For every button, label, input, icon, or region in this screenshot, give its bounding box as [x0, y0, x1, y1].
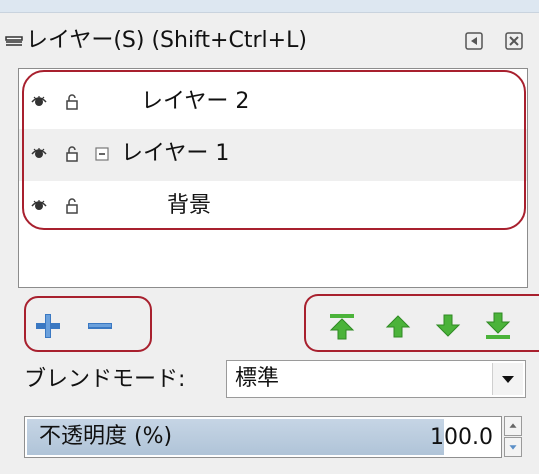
chevron-down-icon	[502, 376, 514, 383]
blend-mode-select[interactable]: 標準	[226, 360, 526, 398]
move-to-bottom-icon[interactable]	[484, 312, 512, 340]
move-down-icon[interactable]	[434, 312, 462, 340]
eye-icon[interactable]	[31, 96, 47, 108]
layer-name: レイヤー 1	[121, 141, 230, 166]
add-layer-icon[interactable]	[34, 312, 62, 340]
dropdown-button[interactable]	[492, 363, 523, 395]
spin-up-button[interactable]	[504, 416, 522, 436]
layers-icon	[5, 36, 23, 46]
collapse-box-icon[interactable]	[95, 147, 109, 161]
layer-row[interactable]: レイヤー 2	[19, 77, 527, 129]
layer-name: 背景	[167, 193, 212, 218]
layer-row[interactable]: 背景	[19, 181, 527, 233]
layer-row-selected[interactable]: レイヤー 1	[19, 129, 527, 181]
chevron-down-icon	[509, 445, 517, 450]
lock-icon[interactable]	[65, 146, 79, 162]
blend-mode-value: 標準	[235, 366, 280, 391]
move-to-top-icon[interactable]	[328, 312, 356, 340]
panel-header: レイヤー(S) (Shift+Ctrl+L)	[0, 12, 539, 72]
close-icon[interactable]	[504, 31, 524, 51]
opacity-slider[interactable]: 不透明度 (%) 100.0	[24, 416, 502, 458]
chevron-up-icon	[509, 423, 517, 428]
panel-title: レイヤー(S) (Shift+Ctrl+L)	[26, 28, 307, 53]
move-up-icon[interactable]	[384, 312, 412, 340]
lock-icon[interactable]	[65, 94, 79, 110]
window-top-strip	[0, 0, 539, 12]
opacity-spinner[interactable]	[504, 416, 522, 458]
remove-layer-icon[interactable]	[86, 312, 114, 340]
eye-icon[interactable]	[31, 200, 47, 212]
lock-icon[interactable]	[65, 198, 79, 214]
blend-mode-label: ブレンドモード:	[24, 367, 186, 392]
layers-list: レイヤー 2 レイヤー 1 背景	[18, 68, 528, 288]
eye-icon[interactable]	[31, 148, 47, 160]
layer-name: レイヤー 2	[141, 89, 250, 114]
opacity-value: 100.0	[430, 425, 493, 450]
opacity-label: 不透明度 (%)	[39, 424, 173, 449]
spin-down-button[interactable]	[504, 437, 522, 457]
restore-icon[interactable]	[464, 31, 484, 51]
